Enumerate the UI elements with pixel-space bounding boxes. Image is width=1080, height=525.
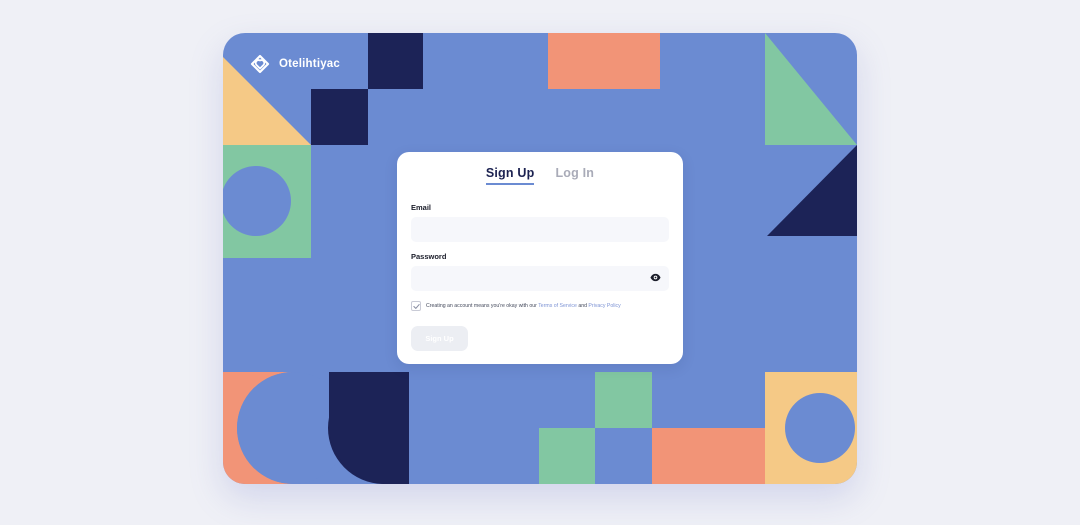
brand-name: Otelihtiyac — [279, 58, 340, 70]
email-input[interactable] — [411, 217, 669, 242]
auth-tabs: Sign Up Log In — [397, 166, 683, 185]
terms-prefix: Creating an account means you're okay wi… — [426, 303, 537, 309]
tab-log-in[interactable]: Log In — [555, 166, 594, 185]
brand[interactable]: Otelihtiyac — [248, 52, 340, 76]
sign-up-button[interactable]: Sign Up — [411, 326, 468, 351]
password-label: Password — [411, 252, 447, 261]
email-label: Email — [411, 203, 432, 212]
terms-of-service-link[interactable]: Terms of Service — [538, 303, 577, 309]
check-icon — [413, 304, 420, 309]
terms-and: and — [578, 303, 587, 309]
privacy-policy-link[interactable]: Privacy Policy — [588, 303, 620, 309]
terms-text: Creating an account means you're okay wi… — [426, 303, 621, 309]
eye-icon[interactable] — [650, 273, 661, 282]
tab-sign-up[interactable]: Sign Up — [485, 166, 535, 185]
heart-diamond-logo-icon — [250, 54, 270, 74]
terms-checkbox[interactable] — [411, 301, 421, 311]
password-input[interactable] — [411, 266, 669, 291]
auth-card: Sign Up Log In Email Password Creating a… — [397, 152, 683, 364]
